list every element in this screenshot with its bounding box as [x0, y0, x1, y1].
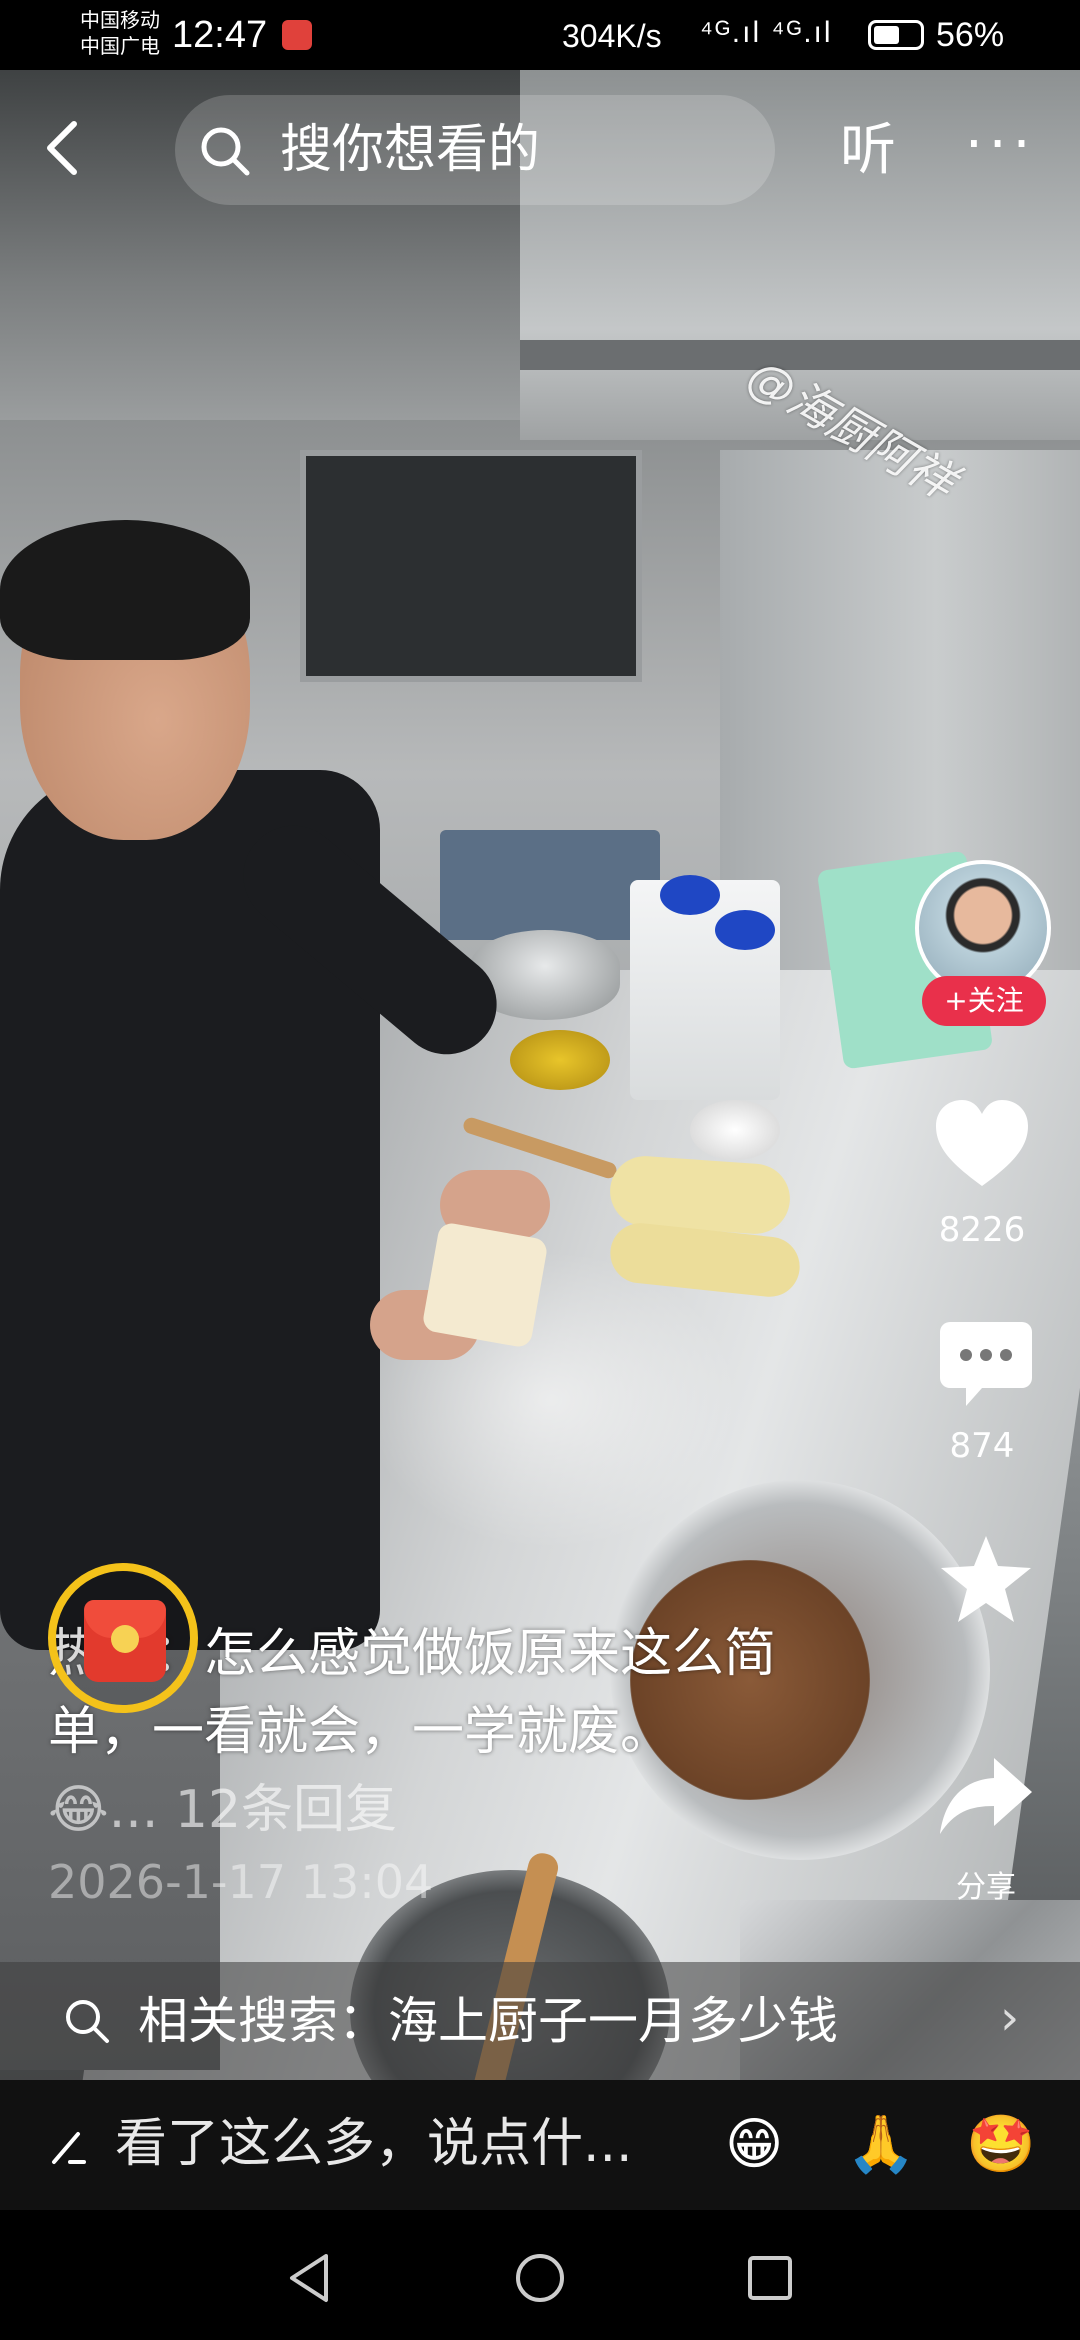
- like-count: 8226: [938, 1210, 1026, 1250]
- search-icon: [66, 2000, 109, 2043]
- search-bar[interactable]: 搜你想看的: [175, 95, 775, 205]
- comment-icon[interactable]: [936, 1316, 1036, 1412]
- comment-replies[interactable]: 😂... 12条回复: [48, 1775, 397, 1845]
- related-search-bar[interactable]: 相关搜索：海上厨子一月多少钱 ›: [0, 1962, 1080, 2080]
- status-bar: 中国移动 中国广电 12:47 304K/s ⁴ᴳ.ıl ⁴ᴳ.ıl 56%: [0, 0, 1080, 70]
- battery-percent: 56%: [936, 16, 1005, 54]
- nav-home-icon[interactable]: [512, 2250, 568, 2306]
- back-arrow-icon: [47, 121, 77, 175]
- nav-back-icon[interactable]: [282, 2250, 338, 2306]
- chevron-right-icon: ›: [1000, 1990, 1020, 2046]
- dough-block: [421, 1221, 549, 1349]
- video-feed-screen: @海厨阿祥 中国移动 中国广电 12:47 304K/s ⁴ᴳ.ıl ⁴ᴳ.ıl…: [0, 0, 1080, 2340]
- red-packet-coin: [111, 1625, 139, 1653]
- back-button[interactable]: [42, 118, 82, 178]
- search-icon: [201, 127, 250, 176]
- jug-cap: [660, 875, 720, 915]
- app-notification-icon: [282, 20, 312, 50]
- battery-level: [874, 26, 899, 44]
- more-button[interactable]: ···: [965, 117, 1036, 173]
- carrier-1: 中国移动: [80, 10, 160, 32]
- emoji-pray-button[interactable]: 🙏: [846, 2110, 916, 2180]
- related-search-text: 相关搜索：海上厨子一月多少钱: [138, 1992, 838, 2050]
- pen-icon: [52, 2132, 86, 2164]
- clock: 12:47: [172, 14, 268, 56]
- shelf-window: [300, 450, 642, 682]
- comment-count: 874: [949, 1426, 1015, 1466]
- search-placeholder: 搜你想看的: [280, 120, 541, 180]
- sink: [440, 830, 660, 940]
- listen-button[interactable]: 听: [840, 118, 896, 184]
- emoji-grin-button[interactable]: 😁: [725, 2110, 783, 2180]
- carrier-2: 中国广电: [80, 36, 160, 58]
- share-label: 分享: [956, 1870, 1016, 1905]
- heart-icon[interactable]: [932, 1096, 1032, 1192]
- carrier-labels: 中国移动 中国广电: [80, 8, 160, 60]
- share-icon[interactable]: [936, 1750, 1036, 1846]
- follow-button[interactable]: +关注: [922, 976, 1046, 1026]
- comment-date: 2026-1-17 13:04: [48, 1855, 434, 1909]
- network-speed: 304K/s: [562, 18, 662, 54]
- signal-icon: ⁴ᴳ.ıl ⁴ᴳ.ıl: [700, 16, 833, 49]
- star-favorite-icon[interactable]: [936, 1532, 1036, 1628]
- jug-cap: [715, 910, 775, 950]
- comment-input-bar: 看了这么多，说点什... 😁 🙏 🤩: [0, 2080, 1080, 2210]
- chef-hair: [0, 520, 250, 660]
- comment-input[interactable]: 看了这么多，说点什...: [115, 2108, 633, 2180]
- nav-recents-icon[interactable]: [742, 2250, 798, 2306]
- emoji-star-eyes-button[interactable]: 🤩: [966, 2110, 1036, 2180]
- battery-icon: [868, 20, 924, 50]
- oil-bowl: [510, 1030, 610, 1090]
- system-navigation-bar: [0, 2210, 1080, 2340]
- flour-bowl: [690, 1100, 780, 1160]
